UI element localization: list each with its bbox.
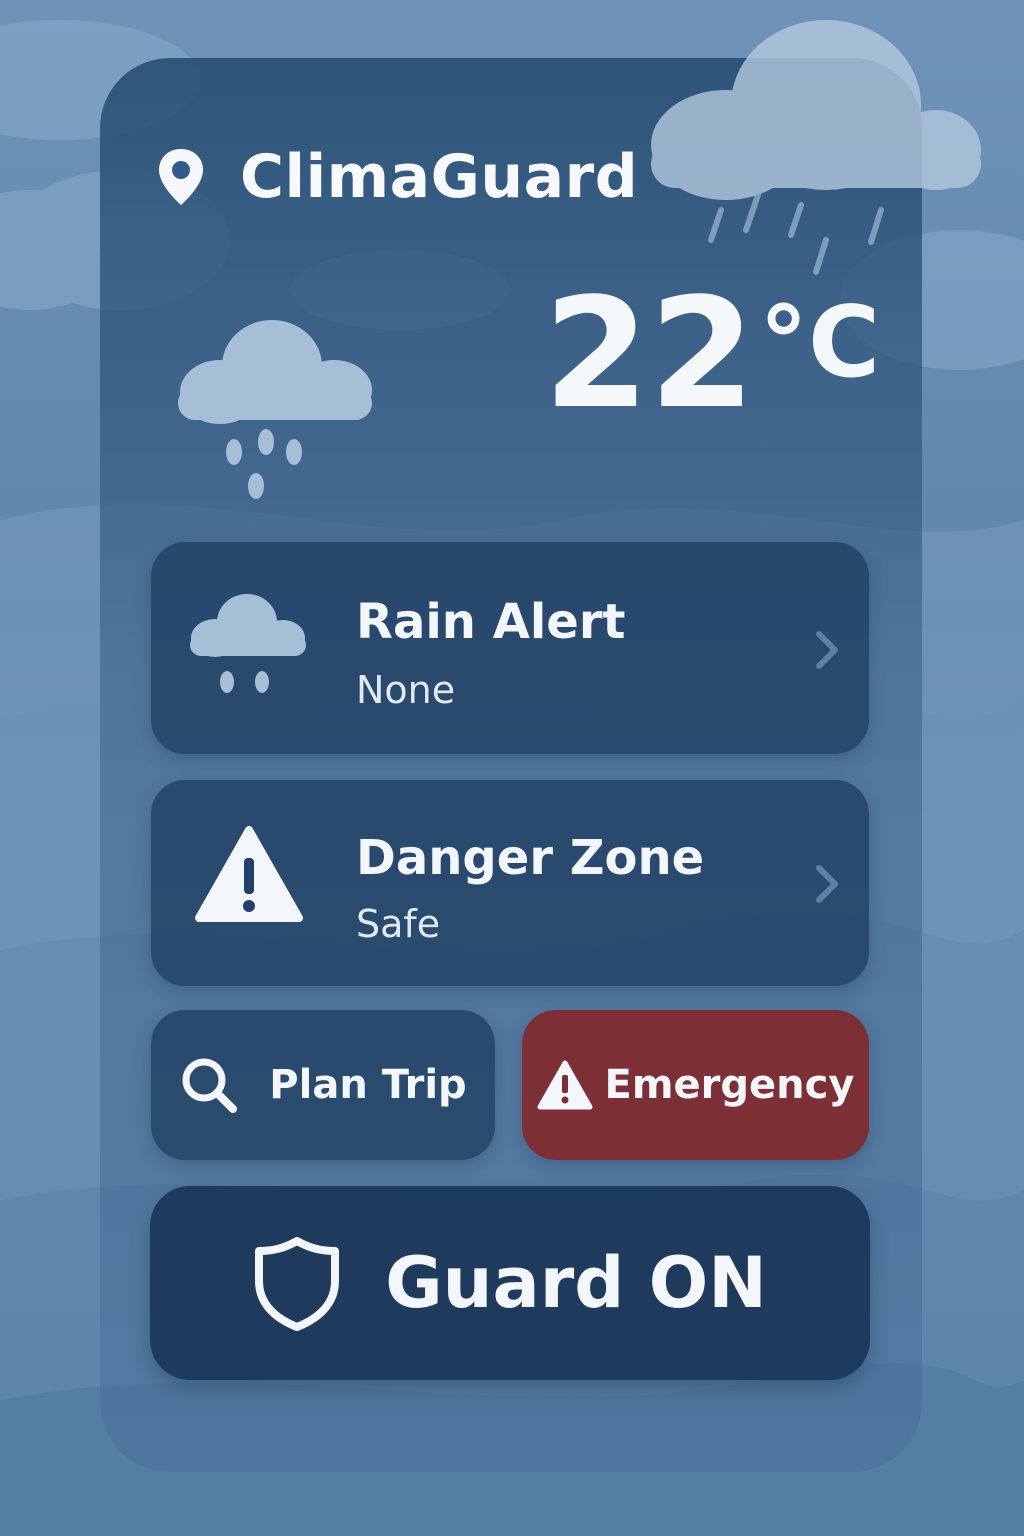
emergency-button[interactable]: Emergency <box>522 1010 869 1160</box>
rain-alert-card[interactable]: Rain Alert None <box>151 542 869 754</box>
app-header: ClimaGuard <box>156 140 638 214</box>
guard-toggle-button[interactable]: Guard ON <box>150 1186 870 1380</box>
rain-alert-title: Rain Alert <box>356 594 626 650</box>
emergency-label: Emergency <box>604 1062 855 1108</box>
chevron-right-icon <box>816 865 838 903</box>
app-title: ClimaGuard <box>240 142 639 212</box>
danger-zone-card[interactable]: Danger Zone Safe <box>151 780 869 986</box>
guard-label: Guard ON <box>385 1242 767 1324</box>
shield-icon <box>255 1237 340 1331</box>
rain-alert-status: None <box>356 668 456 712</box>
warning-icon <box>537 1060 593 1110</box>
temperature-unit: °C <box>759 286 880 400</box>
search-icon <box>182 1058 238 1113</box>
rain-cloud-icon <box>190 594 306 693</box>
plan-trip-button[interactable]: Plan Trip <box>151 1010 495 1160</box>
temperature-display: 22°C <box>540 278 880 430</box>
rain-cloud-decoration-icon <box>651 20 981 275</box>
temperature-value: 22 <box>543 265 756 442</box>
danger-zone-status: Safe <box>356 902 441 946</box>
location-pin-icon[interactable] <box>156 146 206 208</box>
plan-trip-label: Plan Trip <box>269 1062 467 1108</box>
warning-icon <box>195 826 303 922</box>
chevron-right-icon <box>816 631 838 669</box>
danger-zone-title: Danger Zone <box>356 830 705 886</box>
rain-cloud-icon <box>178 320 372 499</box>
